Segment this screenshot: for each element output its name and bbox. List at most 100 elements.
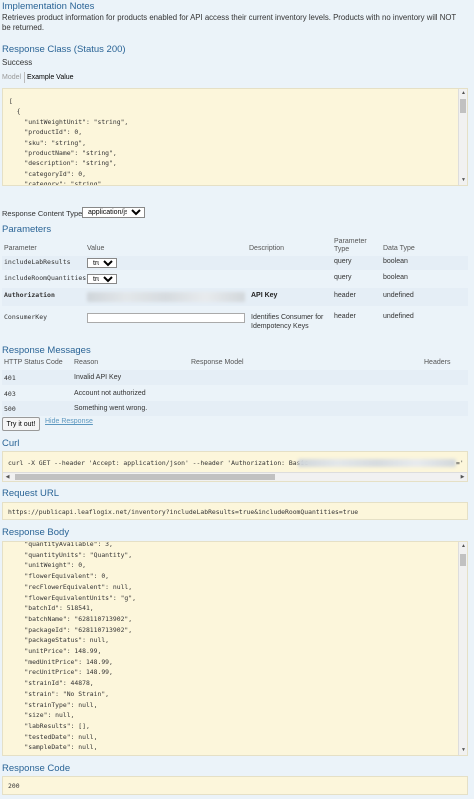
param-name: includeRoomQuantities (4, 274, 87, 282)
code-line: "categoryId": 0, (9, 169, 86, 178)
example-value-code: [ { "unitWeightUnit": "string", "product… (9, 96, 128, 186)
param-col-value: Value (87, 245, 105, 252)
curl-horizontal-scrollbar[interactable]: ◀ ▶ (3, 472, 467, 481)
code-line: "labResults": [], (9, 721, 90, 730)
example-vertical-scrollbar[interactable]: ▲ ▼ (458, 89, 467, 185)
content-type-select[interactable]: application/json (82, 207, 145, 218)
param-row: includeLabResults true query boolean (2, 256, 468, 270)
response-body-heading: Response Body (2, 527, 70, 538)
param-type: header (334, 313, 356, 320)
curl-box[interactable]: curl -X GET --header 'Accept: applicatio… (2, 451, 468, 482)
api-operation-panel: Implementation Notes Retrieves product i… (0, 0, 474, 799)
try-it-out-button[interactable]: Try it out! (2, 417, 40, 431)
col-reason: Reason (74, 359, 99, 366)
scroll-thumb[interactable] (460, 554, 466, 566)
include-room-quantities-select[interactable]: true (87, 274, 117, 284)
param-data-type: boolean (383, 274, 408, 281)
curl-credentials-redacted (298, 459, 456, 467)
param-col-parameter: Parameter (4, 245, 37, 252)
status-reason: Something went wrong. (74, 405, 148, 412)
code-line: "strainId": 44878, (9, 679, 94, 688)
param-row: Authorization API Key header undefined (2, 288, 468, 306)
request-url-text: https://publicapi.leaflogix.net/inventor… (8, 508, 359, 516)
param-name: includeLabResults (4, 258, 71, 266)
response-code-box: 200 (2, 776, 468, 795)
response-code-value: 200 (8, 782, 20, 790)
param-name: Authorization (4, 291, 55, 299)
col-response-model: Response Model (191, 359, 244, 366)
code-line: "recUnitPrice": 148.99, (9, 668, 113, 677)
code-line: "recFlowerEquivalent": null, (9, 582, 133, 591)
parameters-heading: Parameters (2, 224, 52, 235)
status-reason: Invalid API Key (74, 374, 122, 381)
tab-model[interactable]: Model (2, 74, 21, 81)
scroll-down-icon[interactable]: ▼ (459, 176, 467, 185)
code-line: "packageStatus": null, (9, 636, 110, 645)
curl-tail: =' 'h (456, 459, 467, 467)
status-code: 403 (4, 390, 16, 398)
response-message-row: 403 Account not authorized (2, 386, 468, 401)
code-line: "testedDate": null, (9, 732, 98, 741)
status-reason: Account not authorized (74, 390, 146, 397)
scroll-up-icon[interactable]: ▲ (459, 542, 467, 551)
param-type: query (334, 258, 352, 265)
code-line: "batchId": 518541, (9, 604, 94, 613)
code-line: { (9, 107, 21, 116)
example-value-box[interactable]: [ { "unitWeightUnit": "string", "product… (2, 88, 468, 186)
param-type: query (334, 274, 352, 281)
response-status-text: Success (2, 58, 33, 67)
response-body-box[interactable]: "quantityAvailable": 3, "quantityUnits":… (2, 541, 468, 756)
code-line: "medUnitPrice": 148.99, (9, 657, 113, 666)
request-url-heading: Request URL (2, 488, 60, 499)
scroll-up-icon[interactable]: ▲ (459, 89, 467, 98)
code-line: "sku": "string", (9, 138, 86, 147)
response-messages-header-row: HTTP Status Code Reason Response Model H… (2, 358, 468, 368)
code-line: "unitWeight": 0, (9, 561, 86, 570)
scroll-thumb[interactable] (460, 99, 466, 113)
scroll-left-icon[interactable]: ◀ (3, 473, 12, 481)
tab-example-value[interactable]: Example Value (27, 74, 74, 81)
param-description: API Key (251, 292, 278, 299)
code-line: "strainType": null, (9, 700, 98, 709)
col-http-status: HTTP Status Code (4, 359, 63, 366)
code-line: "strain": "No Strain", (9, 689, 110, 698)
code-line: "unitPrice": 148.99, (9, 647, 102, 656)
content-type-label: Response Content Type (2, 209, 83, 218)
param-description: Identifies Consumer for Idempotency Keys (251, 314, 324, 330)
col-headers: Headers (424, 359, 451, 366)
response-body-code: "quantityAvailable": 3, "quantityUnits":… (9, 542, 136, 753)
implementation-notes-text: Retrieves product information for produc… (2, 13, 457, 32)
code-line: "batchName": "628110713902", (9, 614, 133, 623)
tab-divider (24, 72, 25, 83)
scroll-thumb[interactable] (15, 474, 275, 480)
param-row: ConsumerKey Identifies Consumer for Idem… (2, 310, 468, 334)
code-line: "category": "string", (9, 180, 106, 186)
code-line: "sampleDate": null, (9, 743, 98, 752)
curl-command: curl -X GET --header 'Accept: applicatio… (8, 459, 309, 467)
code-line: "flowerEquivalent": 0, (9, 572, 110, 581)
code-line: "description": "string", (9, 159, 117, 168)
param-data-type: undefined (383, 313, 414, 320)
consumer-key-input[interactable] (87, 313, 245, 323)
param-data-type: boolean (383, 258, 408, 265)
request-url-box: https://publicapi.leaflogix.net/inventor… (2, 502, 468, 520)
hide-response-link[interactable]: Hide Response (45, 418, 93, 425)
response-body-vertical-scrollbar[interactable]: ▲ ▼ (458, 542, 467, 755)
status-code: 401 (4, 374, 16, 382)
response-messages-heading: Response Messages (2, 345, 91, 356)
response-message-row: 401 Invalid API Key (2, 370, 468, 385)
response-code-heading: Response Code (2, 763, 71, 774)
code-line: "packageId": "628110713902", (9, 625, 133, 634)
param-name: ConsumerKey (4, 313, 48, 321)
param-col-type: Parameter Type (334, 238, 367, 253)
parameters-header-row: Parameter Value Description Parameter Ty… (2, 237, 468, 254)
authorization-input-redacted[interactable] (87, 292, 245, 302)
scroll-right-icon[interactable]: ▶ (458, 473, 467, 481)
code-line: "quantityUnits": "Quantity", (9, 550, 133, 559)
response-message-row: 500 Something went wrong. (2, 401, 468, 416)
param-col-description: Description (249, 245, 285, 252)
code-line: "size": null, (9, 711, 75, 720)
include-lab-results-select[interactable]: true (87, 258, 117, 268)
scroll-down-icon[interactable]: ▼ (459, 746, 467, 755)
param-data-type: undefined (383, 292, 414, 299)
